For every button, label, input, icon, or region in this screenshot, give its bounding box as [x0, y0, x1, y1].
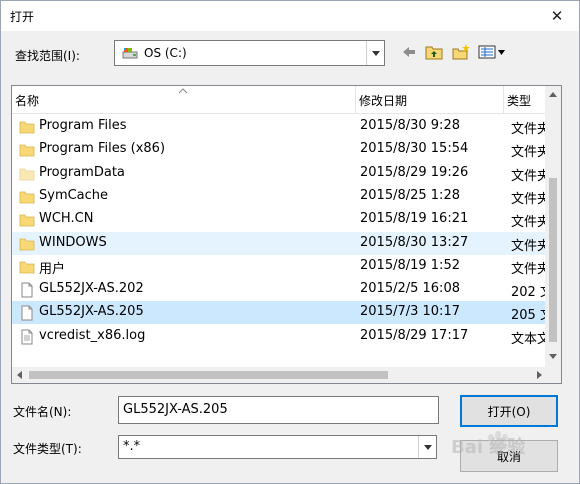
file-row[interactable]: WCH.CN 2015/8/19 16:21 文件夹 [12, 208, 547, 231]
file-row[interactable]: ProgramData 2015/8/29 19:26 文件夹 [12, 162, 547, 185]
folder-icon [19, 236, 35, 252]
file-name: WINDOWS [39, 234, 107, 250]
look-in-dropdown[interactable]: OS (C:) [114, 40, 385, 66]
file-name: GL552JX-AS.202 [39, 281, 144, 297]
file-date: 2015/8/25 1:28 [360, 187, 460, 203]
scroll-up-icon[interactable] [549, 92, 557, 97]
look-in-label: 查找范围(I): [15, 49, 80, 63]
file-date: 2015/8/29 17:17 [360, 327, 469, 343]
file-icon [19, 282, 35, 298]
close-button[interactable]: ✕ [535, 1, 579, 31]
file-name: 用户 [39, 261, 66, 277]
file-row[interactable]: 用户 2015/8/19 1:52 文件夹 [12, 255, 547, 278]
file-type: 文件夹 [511, 122, 547, 137]
file-name: Program Files (x86) [39, 141, 166, 157]
folder-icon [19, 142, 35, 158]
file-name: WCH.CN [39, 211, 94, 227]
filetype-dropdown[interactable]: *.* [118, 435, 437, 459]
vertical-scrollbar[interactable] [545, 86, 561, 367]
drive-icon [122, 48, 138, 59]
filetype-label: 文件类型(T): [13, 442, 82, 456]
list-header: 名称 修改日期 类型 [12, 86, 547, 114]
file-type: 文件夹 [511, 145, 547, 161]
file-type: 文件夹 [511, 168, 547, 184]
file-date: 2015/7/3 10:17 [360, 304, 460, 320]
file-type: 文件夹 [511, 215, 547, 231]
cancel-button[interactable]: 取消 [460, 440, 558, 472]
title-bar: 打开 ✕ [1, 1, 579, 31]
column-type[interactable]: 类型 [504, 86, 547, 114]
filename-label: 文件名(N): [13, 405, 72, 419]
folder-faded-icon [19, 166, 35, 182]
view-menu-icon [478, 45, 505, 59]
file-date: 2015/8/30 15:54 [360, 141, 469, 157]
back-button[interactable] [399, 42, 419, 62]
open-button[interactable]: 打开(O) [460, 395, 558, 427]
file-row[interactable]: Program Files (x86) 2015/8/30 15:54 文件夹 [12, 138, 547, 161]
file-type: 205 文件 [511, 308, 547, 324]
up-folder-button[interactable] [423, 42, 445, 62]
horizontal-scrollbar[interactable] [12, 367, 547, 383]
filename-input[interactable]: GL552JX-AS.205 [118, 396, 439, 424]
up-folder-icon [425, 46, 443, 60]
file-name: Program Files [39, 118, 127, 133]
file-row[interactable]: GL552JX-AS.202 2015/2/5 16:08 202 文件 [12, 278, 547, 301]
file-name: ProgramData [39, 164, 125, 180]
view-menu-button[interactable] [477, 42, 507, 62]
open-file-dialog: 打开 ✕ 查找范围(I): OS (C:) 名称 修改日期 类型 Program… [0, 0, 580, 484]
dialog-title: 打开 [10, 10, 35, 24]
file-type: 文件夹 [511, 191, 547, 207]
scroll-left-icon[interactable] [17, 371, 22, 379]
chevron-down-icon[interactable] [366, 41, 384, 65]
filetype-value: *.* [123, 439, 141, 454]
sort-ascending-icon [178, 88, 188, 94]
file-type: 文件夹 [511, 261, 547, 277]
file-row[interactable]: Program Files 2015/8/30 9:28 文件夹 [12, 115, 547, 138]
scroll-right-icon[interactable] [537, 371, 542, 379]
vertical-scroll-thumb[interactable] [549, 178, 557, 342]
file-name: GL552JX-AS.205 [39, 304, 144, 320]
file-type: 文本文档 [511, 331, 547, 347]
new-folder-icon [452, 44, 470, 60]
folder-icon [19, 212, 35, 228]
file-row[interactable]: GL552JX-AS.205 2015/7/3 10:17 205 文件 [12, 301, 547, 325]
file-icon [19, 305, 35, 321]
horizontal-scroll-thumb[interactable] [29, 371, 388, 379]
file-date: 2015/8/19 16:21 [360, 211, 469, 227]
chevron-down-icon[interactable] [418, 436, 436, 458]
file-type: 202 文件 [511, 285, 547, 301]
file-date: 2015/8/29 19:26 [360, 164, 469, 180]
look-in-value: OS (C:) [144, 46, 187, 60]
close-icon: ✕ [550, 7, 564, 25]
new-folder-button[interactable] [450, 42, 472, 62]
scroll-down-icon[interactable] [549, 354, 557, 359]
folder-icon [19, 259, 35, 275]
file-row[interactable]: SymCache 2015/8/25 1:28 文件夹 [12, 185, 547, 208]
back-arrow-icon [403, 47, 415, 57]
file-date: 2015/8/30 9:28 [360, 118, 460, 133]
file-type: 文件夹 [511, 238, 547, 254]
text-file-icon [19, 329, 35, 345]
scroll-corner [545, 367, 561, 383]
folder-icon [19, 119, 35, 135]
file-name: vcredist_x86.log [39, 327, 146, 343]
file-row[interactable]: vcredist_x86.log 2015/8/29 17:17 文本文档 [12, 325, 547, 348]
folder-icon [19, 189, 35, 205]
file-list: 名称 修改日期 类型 Program Files 2015/8/30 9:28 文件… [11, 85, 562, 384]
file-row[interactable]: WINDOWS 2015/8/30 13:27 文件夹 [12, 231, 547, 255]
file-date: 2015/2/5 16:08 [360, 281, 460, 297]
column-date[interactable]: 修改日期 [356, 86, 504, 114]
file-date: 2015/8/19 1:52 [360, 257, 460, 273]
file-name: SymCache [39, 187, 109, 203]
file-date: 2015/8/30 13:27 [360, 234, 469, 250]
